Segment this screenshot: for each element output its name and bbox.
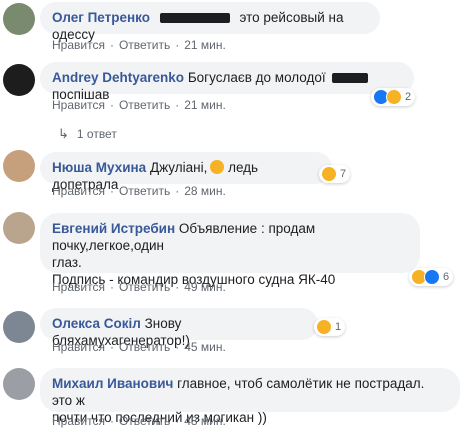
reply-link[interactable]: Ответить xyxy=(119,414,170,428)
comment-bubble: Andrey Dehtyarenko Богуслаєв до молодої … xyxy=(40,62,414,102)
reply-link[interactable]: Ответить xyxy=(119,340,170,354)
avatar[interactable] xyxy=(3,311,35,343)
avatar[interactable] xyxy=(3,150,35,182)
like-reaction-icon xyxy=(424,269,440,285)
comment-author[interactable]: Евгений Истребин xyxy=(52,221,175,236)
reactions[interactable]: 7 xyxy=(319,165,351,183)
reply-link[interactable]: Ответить xyxy=(119,280,170,294)
comment-bubble: Михаил Иванович главное, чтоб самолётик … xyxy=(40,368,460,425)
redaction xyxy=(332,73,369,84)
comment-author[interactable]: Олекса Сокіл xyxy=(52,316,141,331)
like-link[interactable]: Нравится xyxy=(52,414,105,428)
comment-author[interactable]: Нюша Мухина xyxy=(52,160,146,175)
redaction xyxy=(159,13,230,24)
timestamp[interactable]: 45 мин. xyxy=(184,340,226,354)
reply-link[interactable]: Ответить xyxy=(119,184,170,198)
reaction-count: 1 xyxy=(335,321,342,333)
replies-count[interactable]: 1 ответ xyxy=(77,127,117,141)
comment-bubble: Олег Петренко это рейсовый на одессу xyxy=(40,2,380,42)
comment-bubble: Олекса Сокіл Знову бляхамухагенератор!) xyxy=(40,308,318,348)
reaction-count: 2 xyxy=(405,91,412,103)
comment-text: глаз. xyxy=(52,255,82,270)
haha-reaction-icon xyxy=(321,166,337,182)
haha-reaction-icon xyxy=(386,89,402,105)
avatar[interactable] xyxy=(3,212,35,244)
comment-actions: Нравится · Ответить · 45 мин. xyxy=(52,340,226,354)
timestamp[interactable]: 21 мин. xyxy=(184,38,226,52)
comment-bubble: Евгений Истребин Объявление : продам поч… xyxy=(40,213,420,287)
reply-link[interactable]: Ответить xyxy=(119,98,170,112)
comment-actions: Нравится · Ответить · 49 мин. xyxy=(52,280,226,294)
comment-bubble: Нюша Мухина Джуліані, ледь допетрала xyxy=(40,152,332,192)
like-link[interactable]: Нравится xyxy=(52,340,105,354)
timestamp[interactable]: 28 мин. xyxy=(184,184,226,198)
haha-reaction-icon xyxy=(316,319,332,335)
comment-author[interactable]: Andrey Dehtyarenko xyxy=(52,70,184,85)
comment-line: Евгений Истребин Объявление : продам поч… xyxy=(52,220,408,254)
reaction-count: 7 xyxy=(340,168,347,180)
reactions[interactable]: 2 xyxy=(371,88,416,106)
comment-actions: Нравится · Ответить · 48 мин. xyxy=(52,414,226,428)
comment-text: Богуслаєв до молодої xyxy=(187,70,326,85)
reply-link[interactable]: Ответить xyxy=(119,38,170,52)
like-link[interactable]: Нравится xyxy=(52,280,105,294)
comment-line: Михаил Иванович главное, чтоб самолётик … xyxy=(52,375,448,409)
reactions[interactable]: 1 xyxy=(314,318,346,336)
like-link[interactable]: Нравится xyxy=(52,98,105,112)
comment-text: Джуліані, xyxy=(149,160,208,175)
comment-actions: Нравится · Ответить · 21 мин. xyxy=(52,38,226,52)
reply-arrow-icon: ↳ xyxy=(58,126,69,141)
comment-actions: Нравится · Ответить · 21 мин. xyxy=(52,98,226,112)
avatar[interactable] xyxy=(3,64,35,96)
comment-actions: Нравится · Ответить · 28 мин. xyxy=(52,184,226,198)
reaction-count: 6 xyxy=(443,271,450,283)
view-replies[interactable]: ↳ 1 ответ xyxy=(58,126,117,142)
like-link[interactable]: Нравится xyxy=(52,184,105,198)
comment-author[interactable]: Михаил Иванович xyxy=(52,376,173,391)
like-link[interactable]: Нравится xyxy=(52,38,105,52)
timestamp[interactable]: 49 мин. xyxy=(184,280,226,294)
laughing-emoji-icon xyxy=(210,160,225,174)
avatar[interactable] xyxy=(3,3,35,35)
reactions[interactable]: 6 xyxy=(409,268,454,286)
timestamp[interactable]: 48 мин. xyxy=(184,414,226,428)
timestamp[interactable]: 21 мин. xyxy=(184,98,226,112)
comment-author[interactable]: Олег Петренко xyxy=(52,10,150,25)
avatar[interactable] xyxy=(3,368,35,400)
